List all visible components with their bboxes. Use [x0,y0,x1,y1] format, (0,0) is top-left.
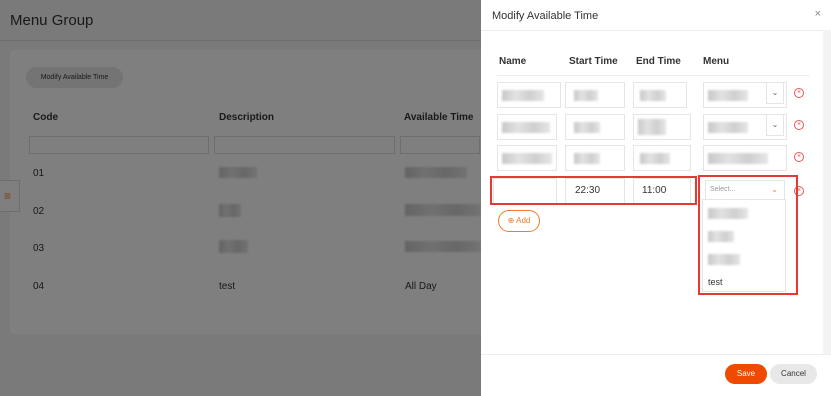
end-time-input[interactable] [633,82,687,108]
plus-icon: ⊕ [507,216,515,225]
end-time-input[interactable] [633,145,691,171]
end-time-input[interactable] [633,114,691,140]
start-time-input[interactable] [565,145,625,171]
highlight-box [698,175,798,295]
close-icon[interactable]: × [815,8,821,20]
modal-title: Modify Available Time [492,10,599,22]
name-input[interactable] [497,114,557,140]
column-header-name: Name [499,56,527,67]
modify-available-time-modal: Modify Available Time × Name Start Time … [481,0,831,396]
delete-row-icon[interactable]: × [794,88,804,98]
delete-row-icon[interactable]: × [794,152,804,162]
divider [497,75,810,76]
divider [481,30,831,31]
divider [481,354,831,355]
name-input[interactable] [497,145,557,171]
column-header-menu: Menu [703,56,730,67]
start-time-input[interactable] [565,114,625,140]
chevron-down-icon[interactable]: ⌄ [766,114,784,136]
save-button[interactable]: Save [725,364,767,384]
column-header-end-time: End Time [636,56,681,67]
highlight-box [490,176,697,205]
cancel-button[interactable]: Cancel [770,364,817,384]
start-time-input[interactable] [565,82,625,108]
name-input[interactable] [497,82,561,108]
add-label: Add [516,216,531,225]
delete-row-icon[interactable]: × [794,120,804,130]
menu-select[interactable] [703,145,787,171]
chevron-down-icon[interactable]: ⌄ [766,82,784,104]
scrollbar[interactable] [823,30,831,354]
column-header-start-time: Start Time [569,56,618,67]
add-row-button[interactable]: ⊕ Add [498,210,540,232]
